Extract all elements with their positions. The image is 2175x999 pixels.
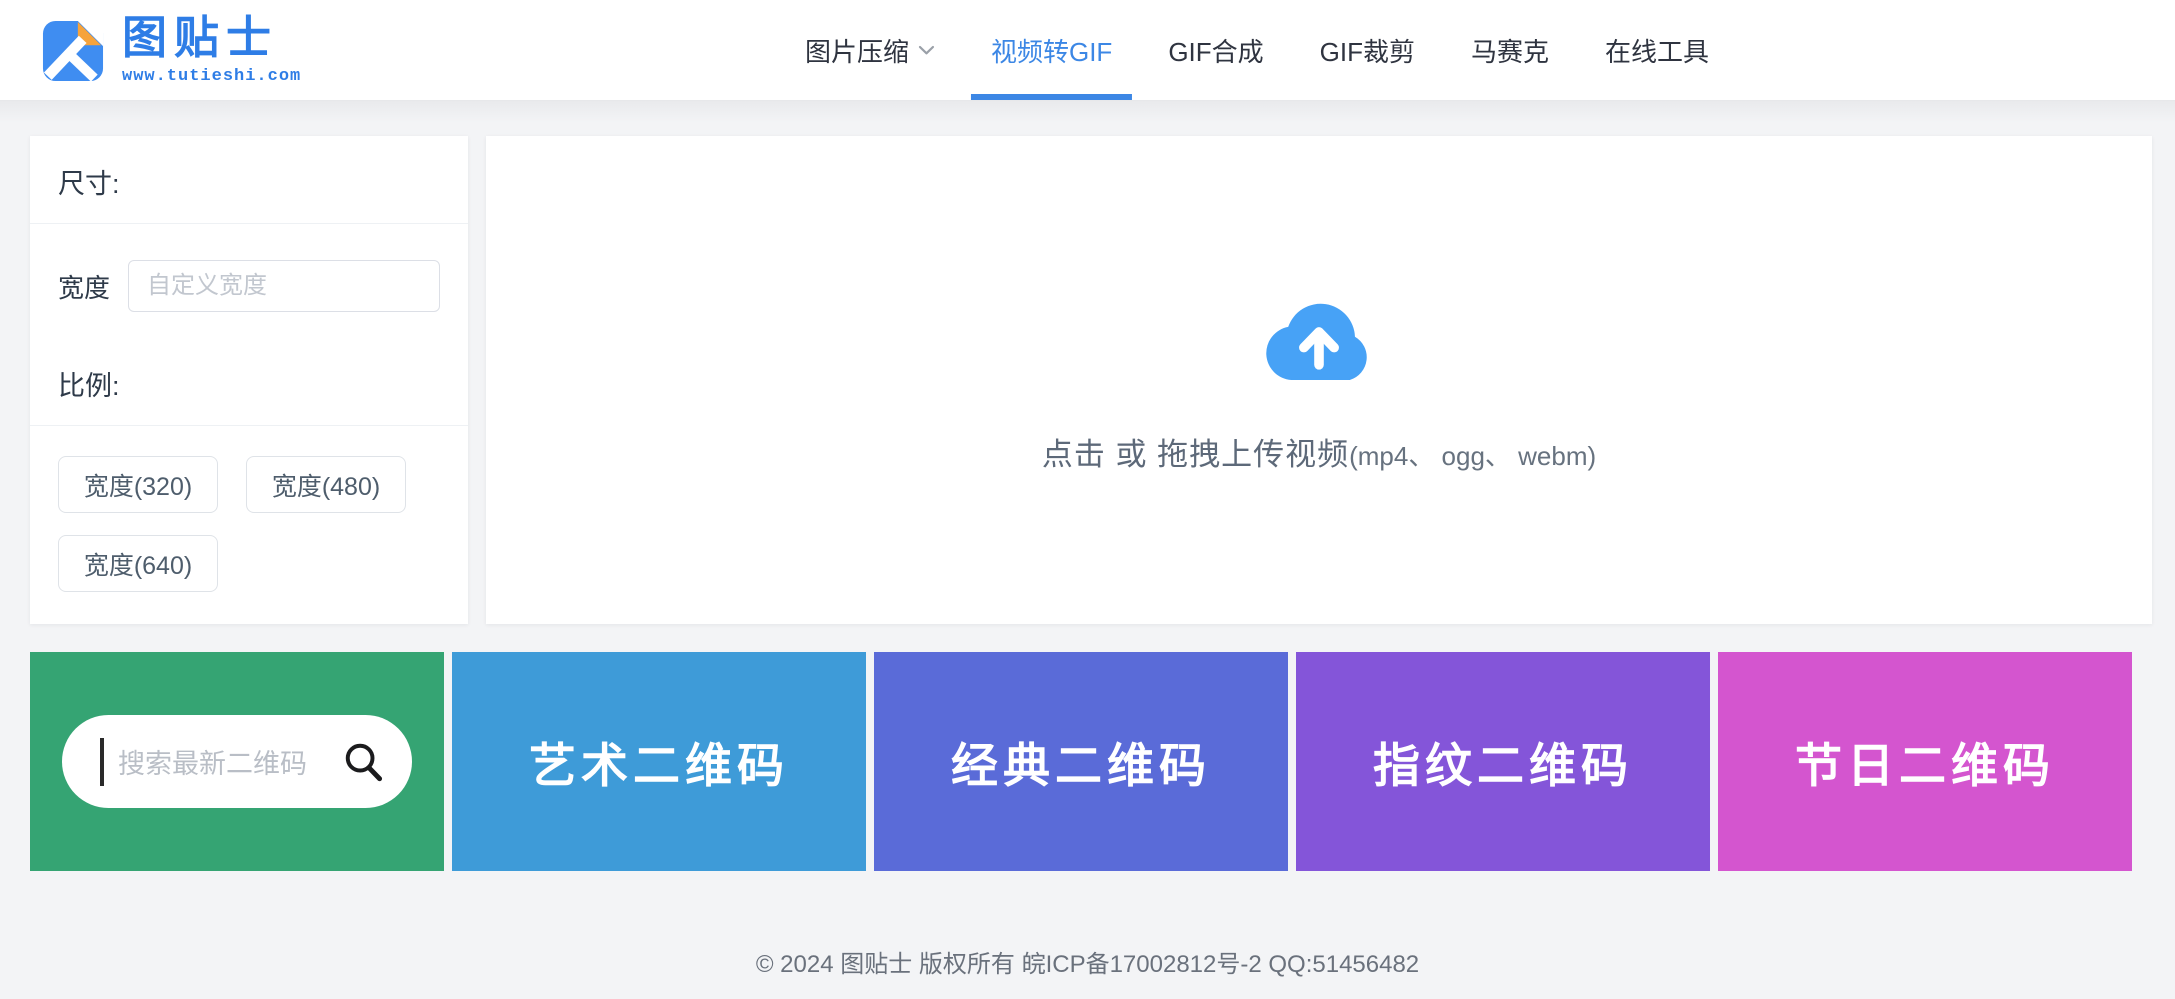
footer: © 2024 图贴士 版权所有 皖ICP备17002812号-2 QQ:5145… (0, 944, 2175, 979)
nav-item-video-to-gif[interactable]: 视频转GIF (963, 0, 1140, 100)
banner-label: 节日二维码 (1795, 727, 2055, 796)
nav-item-gif-compose[interactable]: GIF合成 (1140, 0, 1291, 100)
nav-item-mosaic[interactable]: 马赛克 (1443, 0, 1577, 100)
banner-fingerprint[interactable]: 指纹二维码 (1296, 652, 1710, 871)
ratio-section-title: 比例: (30, 338, 468, 426)
text-caret (100, 738, 104, 786)
nav-item-image-compress[interactable]: 图片压缩 (777, 0, 963, 100)
banner-classic[interactable]: 经典二维码 (874, 652, 1288, 871)
nav-item-label: GIF合成 (1168, 32, 1263, 69)
brand-logo[interactable]: 图贴士 www.tutieshi.com (42, 15, 301, 86)
brand-name: 图贴士 (122, 15, 301, 60)
size-section-title: 尺寸: (30, 136, 468, 224)
width-label: 宽度 (58, 268, 110, 305)
width-row: 宽度 (30, 224, 468, 312)
nav-item-label: 在线工具 (1605, 32, 1709, 69)
main-nav: 图片压缩 视频转GIF GIF合成 GIF裁剪 马赛克 在线工具 (777, 0, 1737, 100)
upload-hint-formats: (mp4、 ogg、 webm) (1349, 441, 1596, 471)
cloud-upload-icon (1253, 286, 1385, 385)
banner-label: 指纹二维码 (1373, 727, 1633, 796)
qr-search-placeholder: 搜索最新二维码 (118, 742, 331, 781)
upload-hint-main: 点击 或 拖拽上传视频 (1042, 437, 1349, 472)
logo-icon (42, 20, 104, 82)
nav-item-online-tools[interactable]: 在线工具 (1577, 0, 1737, 100)
custom-width-input[interactable] (128, 260, 440, 312)
banner-label: 艺术二维码 (529, 727, 789, 796)
logo-text: 图贴士 www.tutieshi.com (122, 15, 301, 86)
ratio-options: 宽度(320) 宽度(480) 宽度(640) (30, 426, 468, 622)
ratio-button-320[interactable]: 宽度(320) (58, 456, 218, 513)
copyright-text: © 2024 图贴士 版权所有 皖ICP备17002812号-2 QQ:5145… (756, 951, 1419, 978)
chevron-down-icon (918, 45, 935, 56)
nav-item-gif-crop[interactable]: GIF裁剪 (1292, 0, 1443, 100)
upload-dropzone[interactable]: 点击 或 拖拽上传视频(mp4、 ogg、 webm) (486, 136, 2152, 624)
nav-item-label: 视频转GIF (991, 32, 1112, 69)
ratio-button-640[interactable]: 宽度(640) (58, 535, 218, 592)
ratio-button-480[interactable]: 宽度(480) (246, 456, 406, 513)
qr-search-banner: 搜索最新二维码 (30, 652, 444, 871)
settings-sidebar: 尺寸: 宽度 比例: 宽度(320) 宽度(480) 宽度(640) (30, 136, 468, 624)
banner-row: 搜索最新二维码 艺术二维码 经典二维码 指纹二维码 节日二维码 (30, 652, 2132, 871)
search-icon (341, 739, 386, 784)
upload-hint: 点击 或 拖拽上传视频(mp4、 ogg、 webm) (1042, 429, 1596, 474)
banner-label: 经典二维码 (951, 727, 1211, 796)
nav-item-label: GIF裁剪 (1320, 32, 1415, 69)
header: 图贴士 www.tutieshi.com 图片压缩 视频转GIF GIF合成 GIF裁… (0, 0, 2175, 101)
nav-item-label: 图片压缩 (805, 32, 909, 69)
qr-search-input[interactable]: 搜索最新二维码 (62, 715, 412, 808)
banner-festival[interactable]: 节日二维码 (1718, 652, 2132, 871)
nav-item-label: 马赛克 (1471, 32, 1549, 69)
brand-domain: www.tutieshi.com (122, 67, 301, 86)
banner-art[interactable]: 艺术二维码 (452, 652, 866, 871)
page: 图贴士 www.tutieshi.com 图片压缩 视频转GIF GIF合成 GIF裁… (0, 0, 2175, 999)
